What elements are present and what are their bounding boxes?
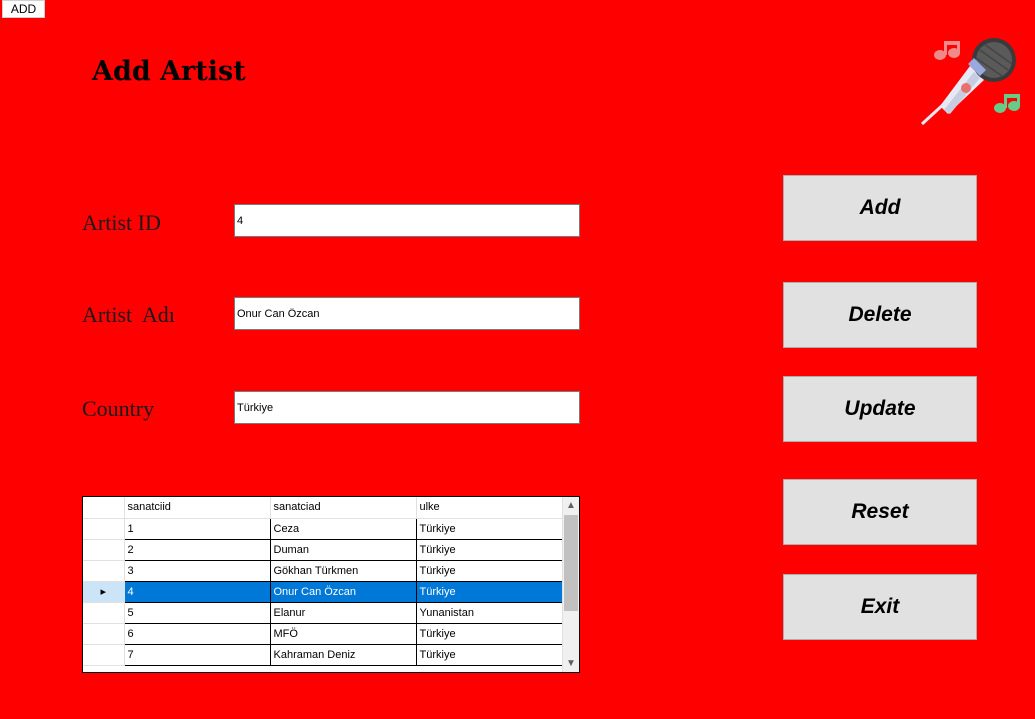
column-header-sanatciid[interactable]: sanatciid: [124, 497, 271, 519]
country-label: Country: [82, 396, 155, 421]
table-row[interactable]: 1 Ceza Türkiye: [83, 518, 564, 540]
table-row[interactable]: 2 Duman Türkiye: [83, 539, 564, 561]
artist-id-label: Artist ID: [82, 210, 161, 235]
add-button[interactable]: Add: [783, 175, 977, 241]
cell-country[interactable]: Türkiye: [416, 623, 564, 645]
artist-id-field[interactable]: [234, 204, 580, 237]
table-row-selected[interactable]: ▸ 4 Onur Can Özcan Türkiye: [83, 581, 564, 603]
cell-country[interactable]: Türkiye: [416, 581, 564, 603]
column-header-sanatciad[interactable]: sanatciad: [270, 497, 417, 519]
cell-name[interactable]: Kahraman Deniz: [270, 644, 417, 666]
table-row[interactable]: 3 Gökhan Türkmen Türkiye: [83, 560, 564, 582]
country-field[interactable]: [234, 391, 580, 424]
row-header[interactable]: [83, 518, 125, 540]
current-row-arrow-icon: ▸: [100, 586, 107, 598]
cell-country[interactable]: Yunanistan: [416, 602, 564, 624]
row-header[interactable]: [83, 560, 125, 582]
cell-country[interactable]: Türkiye: [416, 644, 564, 666]
grid-corner-header[interactable]: [83, 497, 125, 519]
artist-name-field[interactable]: [234, 297, 580, 330]
cell-id[interactable]: 5: [124, 602, 271, 624]
scroll-down-icon[interactable]: ▼: [563, 655, 579, 672]
delete-button[interactable]: Delete: [783, 282, 977, 348]
table-row[interactable]: 7 Kahraman Deniz Türkiye: [83, 644, 564, 666]
cell-id[interactable]: 4: [124, 581, 271, 603]
row-header[interactable]: [83, 644, 125, 666]
table-row[interactable]: 5 Elanur Yunanistan: [83, 602, 564, 624]
cell-country[interactable]: Türkiye: [416, 539, 564, 561]
artist-name-label: Artist Adı: [82, 302, 175, 327]
row-header[interactable]: [83, 623, 125, 645]
page-title: Add Artist: [92, 56, 246, 87]
update-button[interactable]: Update: [783, 376, 977, 442]
table-row[interactable]: 6 MFÖ Türkiye: [83, 623, 564, 645]
cell-name[interactable]: Gökhan Türkmen: [270, 560, 417, 582]
column-header-ulke[interactable]: ulke: [416, 497, 564, 519]
cell-country[interactable]: Türkiye: [416, 518, 564, 540]
cell-name[interactable]: Onur Can Özcan: [270, 581, 417, 603]
cell-id[interactable]: 1: [124, 518, 271, 540]
cell-id[interactable]: 6: [124, 623, 271, 645]
scroll-up-icon[interactable]: ▲: [563, 497, 579, 514]
cell-name[interactable]: MFÖ: [270, 623, 417, 645]
reset-button[interactable]: Reset: [783, 479, 977, 545]
cell-id[interactable]: 7: [124, 644, 271, 666]
exit-button[interactable]: Exit: [783, 574, 977, 640]
artist-table: sanatciid sanatciad ulke 1 Ceza Türkiye …: [83, 497, 564, 666]
row-header[interactable]: [83, 539, 125, 561]
microphone-icon: [920, 38, 1020, 126]
cell-name[interactable]: Duman: [270, 539, 417, 561]
artist-data-grid[interactable]: sanatciid sanatciad ulke 1 Ceza Türkiye …: [82, 496, 580, 673]
cell-name[interactable]: Elanur: [270, 602, 417, 624]
cell-name[interactable]: Ceza: [270, 518, 417, 540]
cell-id[interactable]: 3: [124, 560, 271, 582]
add-tab-button[interactable]: ADD: [2, 0, 45, 18]
scrollbar-thumb[interactable]: [564, 515, 578, 611]
row-header[interactable]: [83, 602, 125, 624]
cell-country[interactable]: Türkiye: [416, 560, 564, 582]
row-header[interactable]: ▸: [83, 581, 125, 603]
cell-id[interactable]: 2: [124, 539, 271, 561]
vertical-scrollbar[interactable]: ▲ ▼: [562, 497, 579, 672]
